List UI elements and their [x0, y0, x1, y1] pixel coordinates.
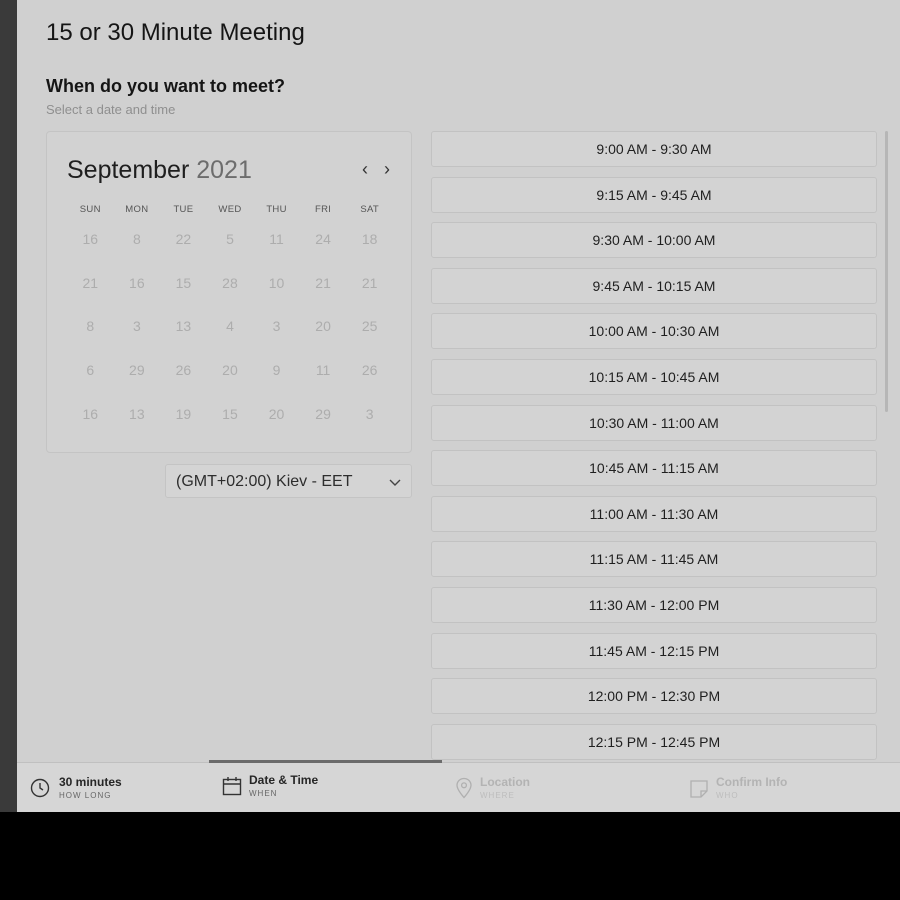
calendar-month: September	[67, 156, 190, 184]
calendar-day: 29	[315, 405, 331, 422]
calendar-week-row: 16 13 19 15 20 29 3	[67, 400, 393, 444]
calendar-day: 15	[222, 405, 238, 422]
location-pin-icon	[456, 777, 472, 799]
slot-list-scrollbar[interactable]	[885, 131, 888, 412]
calendar-month-title: September 2021	[67, 156, 252, 185]
calendar-day: 15	[175, 274, 192, 291]
calendar-day: 10	[268, 274, 285, 291]
note-icon	[690, 780, 708, 798]
step-sublabel: WHERE	[480, 791, 515, 800]
time-slot-button[interactable]: 11:45 AM - 12:15 PM	[431, 632, 877, 669]
time-slot-button[interactable]: 10:00 AM - 10:30 AM	[431, 313, 877, 350]
calendar-icon	[222, 777, 242, 796]
calendar-day: 21	[82, 274, 99, 291]
step-sublabel: WHO	[716, 791, 739, 800]
calendar-day: 24	[315, 231, 331, 247]
calendar-week-row: 6 29 26 20 9 11 26	[67, 356, 393, 400]
time-slot-button[interactable]: 10:30 AM - 11:00 AM	[431, 404, 877, 441]
calendar-week-row: 21 16 15 28 10 21 21	[67, 269, 393, 313]
prev-month-button[interactable]: ‹	[362, 160, 368, 178]
step-label: Confirm Info	[716, 775, 788, 789]
booking-page: 15 or 30 Minute Meeting When do you want…	[17, 0, 900, 812]
calendar-day: 4	[226, 318, 234, 335]
calendar-day: 21	[315, 274, 331, 291]
clock-icon	[30, 778, 50, 798]
day-of-week-label: SAT	[360, 204, 379, 215]
calendar-day: 13	[175, 318, 192, 335]
calendar-day: 29	[129, 362, 145, 379]
calendar-day: 20	[268, 405, 285, 422]
time-slot-button[interactable]: 9:00 AM - 9:30 AM	[431, 131, 877, 167]
calendar-day: 16	[129, 274, 145, 291]
left-edge-strip	[0, 0, 17, 812]
calendar-week-row: 8 3 13 4 3 20 25	[67, 312, 393, 356]
calendar-day: 20	[222, 362, 238, 379]
calendar-day: 16	[82, 231, 99, 247]
calendar-day: 3	[365, 405, 374, 422]
time-slot-button[interactable]: 11:15 AM - 11:45 AM	[431, 541, 877, 578]
step-footer: 30 minutes HOW LONG Date & Time WHEN Loc…	[17, 760, 900, 812]
calendar-day: 8	[86, 318, 95, 335]
calendar-day: 8	[132, 231, 141, 247]
page-title: 15 or 30 Minute Meeting	[46, 19, 305, 46]
chevron-right-icon: ›	[384, 159, 390, 179]
calendar-day: 11	[315, 362, 331, 379]
time-slot-button[interactable]: 9:15 AM - 9:45 AM	[431, 176, 877, 213]
day-of-week-label: SUN	[79, 204, 101, 215]
calendar-day: 6	[86, 362, 95, 379]
chevron-left-icon: ‹	[362, 159, 368, 179]
calendar-day: 16	[82, 405, 99, 422]
day-of-week-header: SUN MON TUE WED THU FRI SAT	[67, 204, 393, 215]
calendar-day: 26	[175, 362, 192, 379]
step-label: Location	[480, 775, 530, 789]
calendar-day: 20	[315, 318, 331, 335]
calendar-year: 2021	[196, 156, 252, 184]
calendar-day: 28	[222, 274, 238, 291]
time-slot-button[interactable]: 12:00 PM - 12:30 PM	[431, 678, 877, 715]
day-of-week-label: FRI	[314, 204, 332, 215]
day-of-week-label: MON	[125, 204, 149, 215]
time-slot-button[interactable]: 11:30 AM - 12:00 PM	[431, 586, 877, 623]
time-slot-list: 9:00 AM - 9:30 AM 9:15 AM - 9:45 AM 9:30 A…	[431, 131, 877, 769]
calendar-day: 25	[361, 318, 378, 335]
section-hint: Select a date and time	[46, 102, 176, 117]
calendar-day: 21	[361, 274, 378, 291]
step-sublabel: HOW LONG	[59, 791, 112, 800]
day-of-week-label: WED	[218, 204, 242, 215]
time-slot-button[interactable]: 10:45 AM - 11:15 AM	[431, 450, 877, 487]
step-sublabel: WHEN	[249, 789, 278, 798]
step-label: 30 minutes	[59, 775, 122, 789]
calendar-day: 13	[129, 405, 145, 422]
timezone-select[interactable]: (GMT+02:00) Kiev - EET	[165, 464, 412, 498]
step-progress-indicator	[209, 760, 442, 763]
calendar-day: 5	[226, 231, 234, 247]
time-slot-button[interactable]: 11:00 AM - 11:30 AM	[431, 495, 877, 532]
timezone-label: (GMT+02:00) Kiev - EET	[176, 473, 353, 490]
time-slot-button[interactable]: 12:15 PM - 12:45 PM	[431, 723, 877, 760]
calendar-day: 9	[272, 362, 281, 379]
day-of-week-label: THU	[266, 204, 287, 215]
calendar-day: 26	[361, 362, 378, 379]
calendar-day: 22	[175, 231, 192, 247]
calendar: September 2021 ‹ › SUN MON TUE WED THU FRI SAT…	[46, 131, 412, 453]
calendar-day: 3	[132, 318, 141, 335]
time-slot-button[interactable]: 10:15 AM - 10:45 AM	[431, 358, 877, 395]
step-label: Date & Time	[249, 773, 319, 787]
chevron-down-icon	[389, 479, 401, 486]
calendar-grid: 16 8 22 5 11 24 18 21 16 15 28 10 21 21 8 3 13 4 3 20 25 6 29 2…	[67, 225, 393, 443]
time-slot-button[interactable]: 9:45 AM - 10:15 AM	[431, 267, 877, 304]
calendar-week-row: 16 8 22 5 11 24 18	[67, 225, 393, 269]
day-of-week-label: TUE	[173, 204, 194, 215]
next-month-button[interactable]: ›	[384, 160, 390, 178]
section-heading: When do you want to meet?	[46, 76, 285, 96]
calendar-day: 3	[272, 318, 281, 335]
calendar-day: 11	[269, 231, 284, 247]
time-slot-button[interactable]: 9:30 AM - 10:00 AM	[431, 222, 877, 259]
calendar-day: 19	[175, 405, 192, 422]
calendar-day: 18	[361, 231, 378, 247]
